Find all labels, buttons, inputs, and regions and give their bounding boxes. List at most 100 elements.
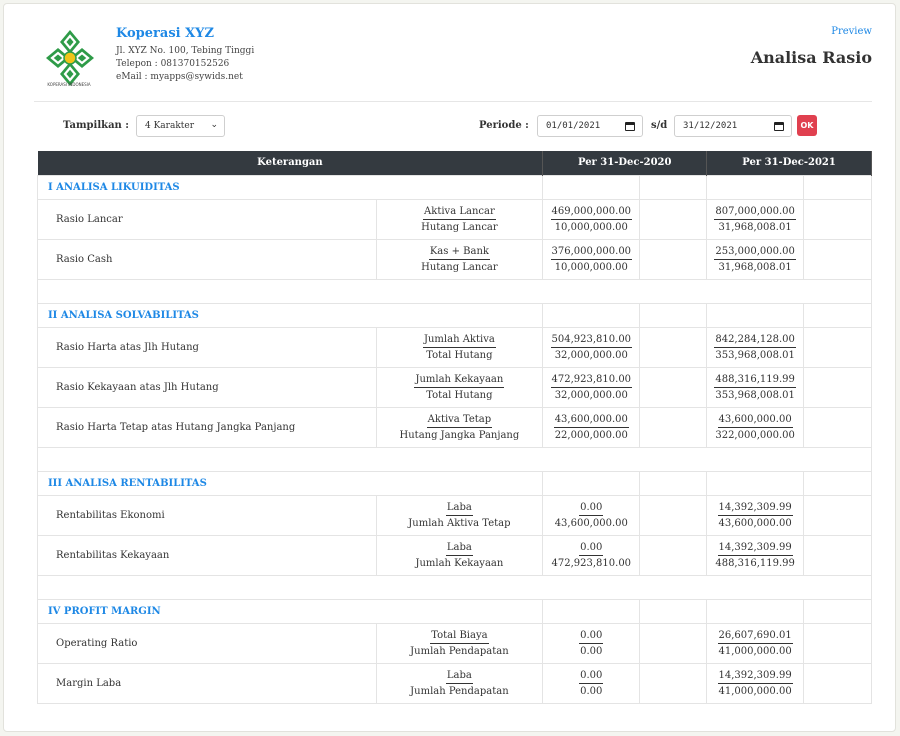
- ratio-name: Rasio Lancar: [37, 198, 377, 240]
- ratio-name: Rentabilitas Ekonomi: [37, 494, 377, 536]
- formula-numerator: Total Biaya: [430, 628, 489, 644]
- ratio-name: Rasio Kekayaan atas Jlh Hutang: [37, 366, 377, 408]
- formula-numerator: Aktiva Tetap: [426, 412, 493, 428]
- empty-cell: [803, 174, 872, 200]
- section-row: II ANALISA SOLVABILITAS: [36, 302, 872, 328]
- period-label: Periode :: [479, 120, 529, 131]
- ratio-percent-2021: [803, 406, 872, 448]
- calendar-icon[interactable]: [625, 122, 635, 131]
- value-2020-numerator: 0.00: [579, 628, 604, 644]
- table-row: Rentabilitas Kekayaan Laba Jumlah Kekayaan…: [37, 534, 872, 576]
- value-2021-denominator: 353,968,008.01: [715, 349, 795, 361]
- ratio-percent-2021: [803, 494, 872, 536]
- ratio-percent-2021: [803, 198, 872, 240]
- column-header-2021: Per 31-Dec-2021: [706, 151, 872, 175]
- ratio-percent-2021: [639, 326, 708, 368]
- formula-fraction: Laba Jumlah Aktiva Tetap: [375, 494, 544, 536]
- formula-denominator: Total Hutang: [426, 349, 493, 361]
- value-2021-denominator: 43,600,000.00: [718, 517, 792, 529]
- date-from-input[interactable]: 01/01/2021: [537, 115, 643, 137]
- section-row: IV PROFIT MARGIN: [36, 598, 872, 624]
- logo-caption: KOPERASI INDONESIA: [47, 82, 91, 87]
- table-row: Rasio Harta Tetap atas Hutang Jangka Pan…: [37, 406, 872, 448]
- empty-cell: [803, 470, 872, 496]
- value-2021-denominator: 353,968,008.01: [715, 389, 795, 401]
- value-2020-fraction: 376,000,000.00 10,000,000.00: [542, 238, 641, 280]
- ratio-percent-2021: [803, 534, 872, 576]
- display-select[interactable]: 4 Karakter ⌄: [136, 115, 225, 137]
- section-row: III ANALISA RENTABILITAS: [36, 470, 872, 496]
- ratio-percent-2021: [639, 366, 708, 408]
- ratio-percent-2021: [803, 326, 872, 368]
- formula-numerator: Jumlah Kekayaan: [414, 372, 505, 388]
- empty-cell: [542, 598, 641, 624]
- ratio-name: Rasio Harta Tetap atas Hutang Jangka Pan…: [37, 406, 377, 448]
- date-from-value: 01/01/2021: [546, 121, 601, 131]
- organization-email: eMail : myapps@sywids.net: [116, 72, 243, 82]
- value-2020-denominator: 32,000,000.00: [554, 349, 628, 361]
- column-header-2020: Per 31-Dec-2020: [542, 151, 708, 175]
- calendar-icon[interactable]: [774, 122, 784, 131]
- formula-denominator: Jumlah Pendapatan: [410, 645, 509, 657]
- ratio-table: Keterangan Per 31-Dec-2020 Per 31-Dec-20…: [36, 151, 872, 704]
- value-2021-numerator: 253,000,000.00: [714, 244, 796, 260]
- formula-numerator: Laba: [445, 500, 473, 516]
- display-label: Tampilkan :: [63, 120, 129, 131]
- empty-cell: [706, 174, 805, 200]
- value-2021-numerator: 807,000,000.00: [714, 204, 796, 220]
- table-body: I ANALISA LIKUIDITAS Rasio Lancar Aktiva L…: [36, 174, 872, 704]
- value-2021-fraction: 26,607,690.01 41,000,000.00: [706, 622, 805, 664]
- formula-fraction: Aktiva Tetap Hutang Jangka Panjang: [375, 406, 544, 448]
- ratio-percent-2021: [639, 622, 708, 664]
- until-label: s/d: [651, 120, 668, 131]
- value-2020-fraction: 0.00 43,600,000.00: [542, 494, 641, 536]
- value-2020-denominator: 0.00: [580, 645, 603, 657]
- section-title: II ANALISA SOLVABILITAS: [36, 302, 544, 328]
- value-2021-fraction: 488,316,119.99 353,968,008.01: [706, 366, 805, 408]
- value-2021-denominator: 41,000,000.00: [718, 645, 792, 657]
- section-row: I ANALISA LIKUIDITAS: [36, 174, 872, 200]
- display-select-value: 4 Karakter: [145, 121, 195, 131]
- value-2020-numerator: 469,000,000.00: [550, 204, 633, 220]
- value-2020-denominator: 10,000,000.00: [554, 261, 628, 273]
- value-2021-numerator: 43,600,000.00: [717, 412, 793, 428]
- spacer-cell: [37, 278, 872, 304]
- value-2021-numerator: 488,316,119.99: [714, 372, 796, 388]
- date-to-value: 31/12/2021: [683, 121, 738, 131]
- empty-cell: [706, 470, 805, 496]
- formula-fraction: Laba Jumlah Pendapatan: [375, 662, 544, 704]
- report-header: KOPERASI INDONESIA Koperasi XYZ Jl. XYZ …: [34, 20, 872, 102]
- ratio-name: Rasio Harta atas Jlh Hutang: [37, 326, 377, 368]
- value-2020-fraction: 43,600,000.00 22,000,000.00: [542, 406, 641, 448]
- value-2021-numerator: 14,392,309.99: [717, 540, 793, 556]
- value-2021-fraction: 14,392,309.99 41,000,000.00: [706, 662, 805, 704]
- formula-numerator: Jumlah Aktiva: [422, 332, 496, 348]
- ratio-percent-2021: [803, 238, 872, 280]
- empty-cell: [542, 174, 641, 200]
- value-2020-fraction: 469,000,000.00 10,000,000.00: [542, 198, 641, 240]
- formula-numerator: Kas + Bank: [428, 244, 490, 260]
- ok-button[interactable]: OK: [797, 115, 817, 136]
- value-2020-numerator: 0.00: [579, 668, 604, 684]
- column-header-description: Keterangan: [37, 151, 544, 175]
- table-row: Rasio Cash Kas + Bank Hutang Lancar 376,000…: [37, 238, 872, 280]
- section-title: IV PROFIT MARGIN: [36, 598, 544, 624]
- table-row: Rasio Kekayaan atas Jlh Hutang Jumlah Kek…: [37, 366, 872, 408]
- formula-fraction: Jumlah Kekayaan Total Hutang: [375, 366, 544, 408]
- value-2021-numerator: 14,392,309.99: [717, 668, 793, 684]
- value-2020-denominator: 32,000,000.00: [554, 389, 628, 401]
- formula-denominator: Jumlah Pendapatan: [410, 685, 509, 697]
- date-to-input[interactable]: 31/12/2021: [674, 115, 792, 137]
- value-2020-fraction: 0.00 0.00: [542, 622, 641, 664]
- formula-denominator: Hutang Jangka Panjang: [399, 429, 520, 441]
- ratio-name: Rasio Cash: [37, 238, 377, 280]
- preview-link[interactable]: Preview: [831, 26, 872, 37]
- value-2021-denominator: 322,000,000.00: [715, 429, 795, 441]
- value-2021-numerator: 842,284,128.00: [714, 332, 796, 348]
- ratio-name: Operating Ratio: [37, 622, 377, 664]
- organization-name: Koperasi XYZ: [116, 26, 214, 41]
- formula-fraction: Laba Jumlah Kekayaan: [375, 534, 544, 576]
- formula-denominator: Hutang Lancar: [421, 221, 498, 233]
- ratio-percent-2021: [639, 198, 708, 240]
- value-2020-denominator: 10,000,000.00: [554, 221, 628, 233]
